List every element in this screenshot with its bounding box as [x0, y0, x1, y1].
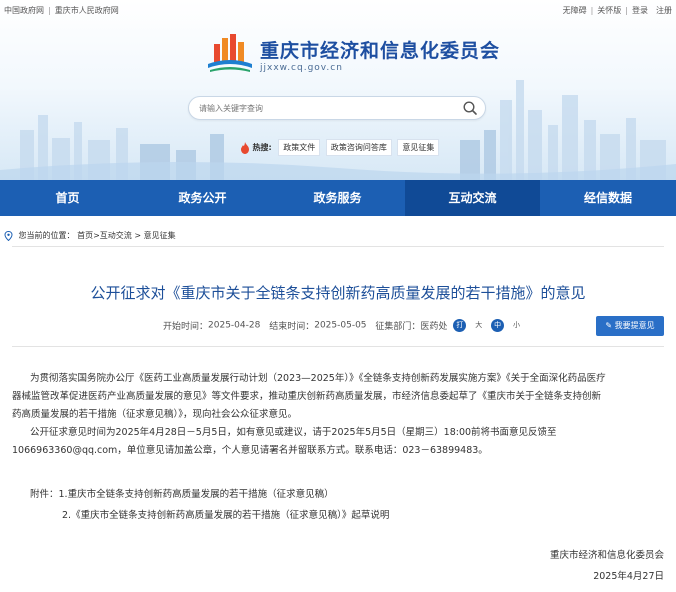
submit-opinion-button[interactable]: ✎ 我要提意见 [596, 316, 664, 336]
article-paragraph: 为贯彻落实国务院办公厅《医药工业高质量发展行动计划（2023—2025年）》《全… [12, 370, 664, 460]
site-logo[interactable]: 重庆市经济和信息化委员会 jjxxw.cq.gov.cn [206, 30, 506, 78]
hot-tag-opinion-collection[interactable]: 意见征集 [397, 139, 440, 156]
top-utility-bar: 中国政府网 | 重庆市人民政府网 无障碍 | 关怀版 | 登录 注册 [4, 5, 672, 16]
end-time-value: 2025-05-05 [314, 320, 367, 331]
paragraph-line: 1066963360@qq.com，单位意见请加盖公章，个人意见请署名并留联系方… [12, 445, 488, 456]
link-accessibility[interactable]: 无障碍 [563, 5, 587, 16]
dept-value: 医药处 [420, 322, 448, 332]
search-input[interactable] [199, 101, 449, 116]
search-icon[interactable] [462, 100, 478, 116]
attachment-link-1[interactable]: 1.重庆市全链条支持创新药高质量发展的若干措施（征求意见稿） [59, 489, 334, 500]
attachment-link-2[interactable]: 2.《重庆市全链条支持创新药高质量发展的若干措施（征求意见稿）》起草说明 [12, 507, 664, 525]
edit-icon: ✎ [605, 321, 613, 330]
hot-search-label: 热搜: [252, 143, 272, 152]
font-size-medium-button[interactable]: 中 [491, 319, 505, 332]
font-size-large-button[interactable]: 打 [453, 319, 467, 332]
main-nav: 首页 政务公开 政务服务 互动交流 经信数据 [0, 180, 676, 216]
attachments-label: 附件： [30, 489, 59, 500]
nav-item-interaction[interactable]: 互动交流 [405, 180, 540, 216]
link-register[interactable]: 注册 [656, 5, 672, 16]
breadcrumb-prefix: 您当前的位置： [18, 231, 75, 240]
article-meta: 开始时间：2025-04-28 结束时间：2025-05-05 征集部门：医药处… [163, 319, 523, 332]
hot-tag-policy-docs[interactable]: 政策文件 [278, 139, 321, 156]
article-title: 公开征求对《重庆市关于全链条支持创新药高质量发展的若干措施》的意见 [90, 284, 586, 302]
divider [12, 346, 664, 347]
paragraph-line: 器械监管改革促进医药产业高质量发展的意见》等文件要求，推动重庆创新药高质量发展，… [12, 391, 602, 402]
signature-org: 重庆市经济和信息化委员会 [549, 550, 664, 561]
submit-opinion-label: 我要提意见 [614, 321, 655, 330]
location-pin-icon [4, 230, 13, 241]
city-skyline-illustration [0, 80, 676, 180]
attachments: 附件：1.重庆市全链条支持创新药高质量发展的若干措施（征求意见稿） 2.《重庆市… [12, 486, 664, 525]
site-domain: jjxxw.cq.gov.cn [260, 63, 343, 73]
start-time-label: 开始时间： [163, 322, 209, 332]
dept-label: 征集部门： [375, 322, 421, 332]
nav-item-gov-services[interactable]: 政务服务 [270, 180, 405, 216]
paragraph-line: 药高质量发展的若干措施（征求意见稿）》，现向社会公众征求意见。 [12, 409, 298, 420]
font-size-small-button[interactable]: 小 [509, 319, 523, 332]
link-cq-gov[interactable]: 重庆市人民政府网 [55, 5, 119, 16]
signature-date: 2025年4月27日 [593, 571, 664, 582]
breadcrumb: 您当前的位置： 首页>互动交流 > 意见征集 [4, 230, 176, 241]
logo-emblem-icon [208, 34, 252, 72]
breadcrumb-path[interactable]: 首页>互动交流 > 意见征集 [77, 231, 176, 240]
site-title: 重庆市经济和信息化委员会 [260, 40, 501, 62]
nav-item-home[interactable]: 首页 [0, 180, 135, 216]
search-box [188, 96, 486, 120]
end-time-label: 结束时间： [269, 322, 315, 332]
hot-search-bar: 热搜: 政策文件 政策咨询问答库 意见征集 [240, 139, 442, 156]
font-size-big-button[interactable]: 大 [472, 319, 486, 332]
link-login[interactable]: 登录 [632, 5, 648, 16]
hot-tag-policy-qa[interactable]: 政策咨询问答库 [325, 139, 392, 156]
nav-item-gov-affairs-public[interactable]: 政务公开 [135, 180, 270, 216]
divider [12, 246, 664, 247]
paragraph-line: 公开征求意见时间为2025年4月28日－5月5日，如有意见或建议，请于2025年… [30, 427, 557, 438]
start-time-value: 2025-04-28 [208, 320, 261, 331]
fire-icon [241, 141, 249, 154]
link-care-version[interactable]: 关怀版 [597, 5, 621, 16]
link-gov-portal[interactable]: 中国政府网 [4, 5, 44, 16]
site-header: 中国政府网 | 重庆市人民政府网 无障碍 | 关怀版 | 登录 注册 重庆市经济和信息化委员… [0, 0, 676, 216]
paragraph-line: 为贯彻落实国务院办公厅《医药工业高质量发展行动计划（2023—2025年）》《全… [30, 373, 606, 384]
nav-item-econ-data[interactable]: 经信数据 [540, 180, 676, 216]
